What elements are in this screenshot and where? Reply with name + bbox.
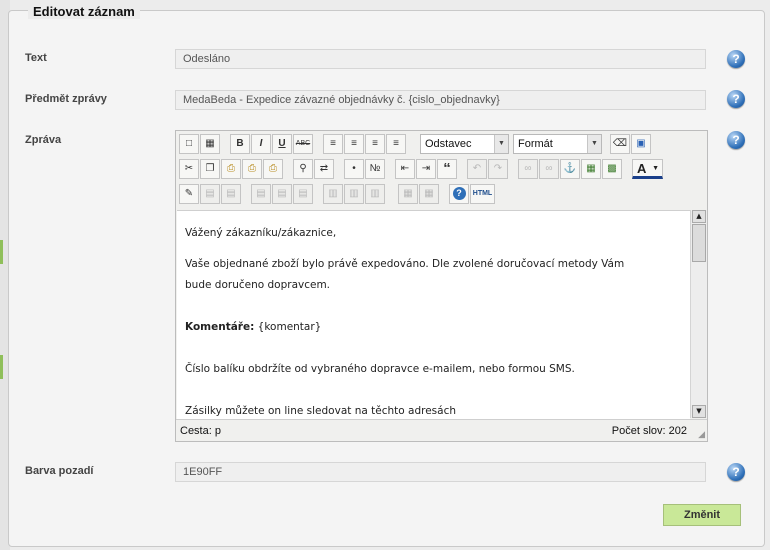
bold-button[interactable]: B [230, 134, 250, 154]
table-cell-props-icon[interactable]: ▤ [221, 184, 241, 204]
copy-icon[interactable]: ❐ [200, 159, 220, 179]
help-icon-subject[interactable]: ? [727, 90, 745, 108]
align-center-icon[interactable]: ≡ [344, 134, 364, 154]
chevron-down-icon: ▼ [652, 165, 659, 172]
numbered-list-icon[interactable]: № [365, 159, 385, 179]
style-format-select[interactable]: Formát ▼ [513, 134, 602, 154]
subject-label: Předmět zprávy [25, 93, 107, 105]
block-format-select[interactable]: Odstavec ▼ [420, 134, 509, 154]
content-line-2: bude doručeno dopravcem. [185, 279, 331, 291]
insert-row-after-icon[interactable]: ▤ [272, 184, 292, 204]
align-left-icon[interactable]: ≡ [323, 134, 343, 154]
paste-icon[interactable]: ⎙ [221, 159, 241, 179]
eraser-icon[interactable]: ⌫ [610, 134, 630, 154]
block-format-value: Odstavec [425, 138, 472, 150]
merge-cells-icon[interactable]: ▦ [419, 184, 439, 204]
help-icon-text[interactable]: ? [727, 50, 745, 68]
help-icon-background-color[interactable]: ? [727, 463, 745, 481]
paste-word-icon[interactable]: ⎙ [263, 159, 283, 179]
image-icon[interactable]: ▦ [581, 159, 601, 179]
editor-statusbar: Cesta: p Počet slov: 202 ◢ [176, 419, 707, 442]
element-path[interactable]: Cesta: p [180, 425, 221, 437]
cut-icon[interactable]: ✂ [179, 159, 199, 179]
unlink-icon[interactable]: ∞ [539, 159, 559, 179]
italic-button[interactable]: I [251, 134, 271, 154]
align-justify-icon[interactable]: ≡ [386, 134, 406, 154]
scroll-thumb[interactable] [692, 224, 706, 262]
content-line-3: Číslo balíku obdržíte od vybraného dopra… [185, 363, 575, 375]
text-label: Text [25, 52, 47, 64]
link-icon[interactable]: ∞ [518, 159, 538, 179]
font-color-button[interactable]: A ▼ [632, 159, 663, 179]
scroll-down-icon[interactable]: ▼ [692, 405, 706, 418]
font-color-glyph: A [637, 161, 647, 176]
help-circle-icon: ? [452, 187, 466, 200]
content-line-1: Vaše objednané zboží bylo právě expedová… [185, 258, 625, 270]
table-row-props-icon[interactable]: ▤ [200, 184, 220, 204]
fullscreen-icon[interactable]: ▣ [631, 134, 651, 154]
bullet-list-icon[interactable]: • [344, 159, 364, 179]
content-line-4: Zásilky můžete on line sledovat na těcht… [185, 405, 456, 417]
rich-text-editor: □ ▦ B I U ABC ≡ ≡ ≡ ≡ Odstavec ▼ Formát … [175, 130, 708, 442]
redo-icon[interactable]: ↷ [488, 159, 508, 179]
chevron-down-icon: ▼ [494, 135, 508, 153]
new-document-icon[interactable]: □ [179, 134, 199, 154]
content-comment: Komentáře: {komentar} [185, 321, 321, 333]
background-color-label: Barva pozadí [25, 465, 94, 477]
content-greeting: Vážený zákazníku/zákaznice, [185, 227, 337, 239]
message-label: Zpráva [25, 134, 62, 146]
edit-css-icon[interactable]: ✎ [179, 184, 199, 204]
text-field[interactable]: Odesláno [175, 49, 706, 69]
submit-button[interactable]: Změnit [663, 504, 741, 526]
scroll-up-icon[interactable]: ▲ [692, 210, 706, 223]
delete-col-icon[interactable]: ▥ [365, 184, 385, 204]
paste-text-icon[interactable]: ⎙ [242, 159, 262, 179]
editor-content-area[interactable]: Vážený zákazníku/zákaznice, Vaše objedna… [177, 210, 690, 419]
resize-grip-icon[interactable]: ◢ [698, 429, 705, 440]
replace-icon[interactable]: ⇄ [314, 159, 334, 179]
style-format-value: Formát [518, 138, 553, 150]
template-icon[interactable]: ▦ [200, 134, 220, 154]
comment-label: Komentáře: [185, 321, 255, 333]
strikethrough-button[interactable]: ABC [293, 134, 313, 154]
insert-col-after-icon[interactable]: ▥ [344, 184, 364, 204]
insert-col-before-icon[interactable]: ▥ [323, 184, 343, 204]
media-icon[interactable]: ▩ [602, 159, 622, 179]
outdent-icon[interactable]: ⇤ [395, 159, 415, 179]
background-color-field[interactable]: 1E90FF [175, 462, 706, 482]
help-icon-message[interactable]: ? [727, 131, 745, 149]
comment-value: {komentar} [257, 321, 322, 333]
help-button[interactable]: ? [449, 184, 469, 204]
word-count: Počet slov: 202 [611, 425, 687, 437]
blockquote-icon[interactable]: “ [437, 159, 457, 179]
subject-field[interactable]: MedaBeda - Expedice závazné objednávky č… [175, 90, 706, 110]
fieldset-legend: Editovat záznam [28, 4, 140, 19]
left-strip-marker [0, 240, 3, 264]
align-right-icon[interactable]: ≡ [365, 134, 385, 154]
find-icon[interactable]: ⚲ [293, 159, 313, 179]
underline-button[interactable]: U [272, 134, 292, 154]
anchor-icon[interactable]: ⚓ [560, 159, 580, 179]
html-source-button[interactable]: HTML [470, 184, 495, 204]
delete-row-icon[interactable]: ▤ [293, 184, 313, 204]
indent-icon[interactable]: ⇥ [416, 159, 436, 179]
insert-row-before-icon[interactable]: ▤ [251, 184, 271, 204]
editor-scrollbar[interactable]: ▲ ▼ [690, 210, 707, 418]
chevron-down-icon: ▼ [587, 135, 601, 153]
left-strip-marker [0, 355, 3, 379]
undo-icon[interactable]: ↶ [467, 159, 487, 179]
split-cells-icon[interactable]: ▦ [398, 184, 418, 204]
